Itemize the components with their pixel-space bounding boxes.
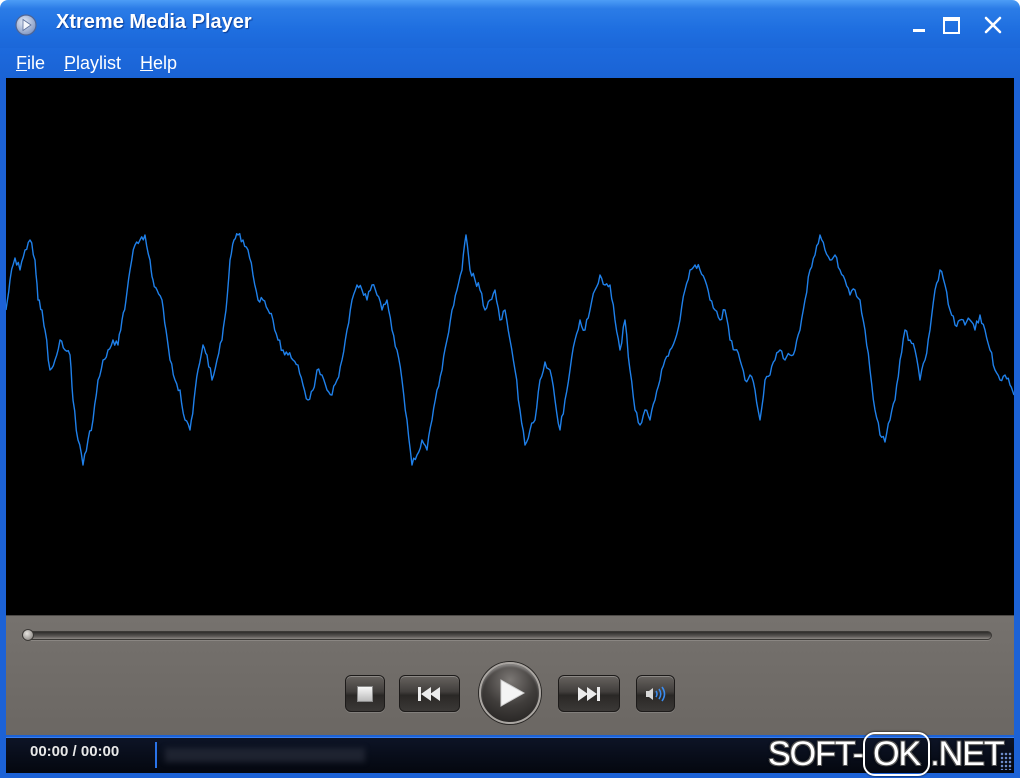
status-separator — [155, 742, 157, 768]
window-title: Xtreme Media Player — [56, 11, 252, 33]
seek-thumb[interactable] — [22, 629, 34, 641]
maximize-icon — [943, 17, 960, 34]
seek-bar[interactable] — [22, 631, 992, 640]
close-button[interactable] — [982, 14, 1004, 36]
watermark-prefix: SOFT- — [768, 735, 864, 773]
waveform-visualization — [6, 232, 1014, 466]
menu-help[interactable]: Help — [140, 52, 177, 74]
media-player-icon[interactable] — [14, 13, 38, 37]
title-bar[interactable]: Xtreme Media Player — [0, 0, 1020, 48]
menu-file[interactable]: File — [16, 52, 45, 74]
watermark: SOFT- OK .NET — [768, 731, 1005, 777]
minimize-button[interactable] — [909, 14, 931, 36]
watermark-boxed: OK — [863, 732, 931, 776]
video-display[interactable] — [6, 78, 1014, 615]
next-track-icon — [578, 686, 600, 701]
play-icon — [500, 679, 525, 707]
time-display: 00:00 / 00:00 — [30, 743, 120, 760]
stop-button[interactable] — [345, 675, 385, 712]
control-panel — [6, 615, 1014, 735]
status-info-area — [165, 748, 365, 762]
waveform-line — [6, 232, 1014, 466]
previous-track-icon — [417, 686, 440, 701]
next-track-button[interactable] — [558, 675, 620, 712]
close-icon — [984, 16, 1002, 34]
maximize-button[interactable] — [940, 14, 962, 36]
menu-bar: File Playlist Help — [0, 48, 1020, 78]
volume-icon — [645, 686, 665, 701]
watermark-suffix: .NET — [930, 735, 1004, 773]
previous-track-button[interactable] — [399, 675, 460, 712]
menu-playlist[interactable]: Playlist — [64, 52, 121, 74]
stop-icon — [357, 685, 373, 702]
minimize-icon — [913, 29, 925, 32]
play-button[interactable] — [479, 662, 541, 724]
volume-button[interactable] — [636, 675, 675, 712]
